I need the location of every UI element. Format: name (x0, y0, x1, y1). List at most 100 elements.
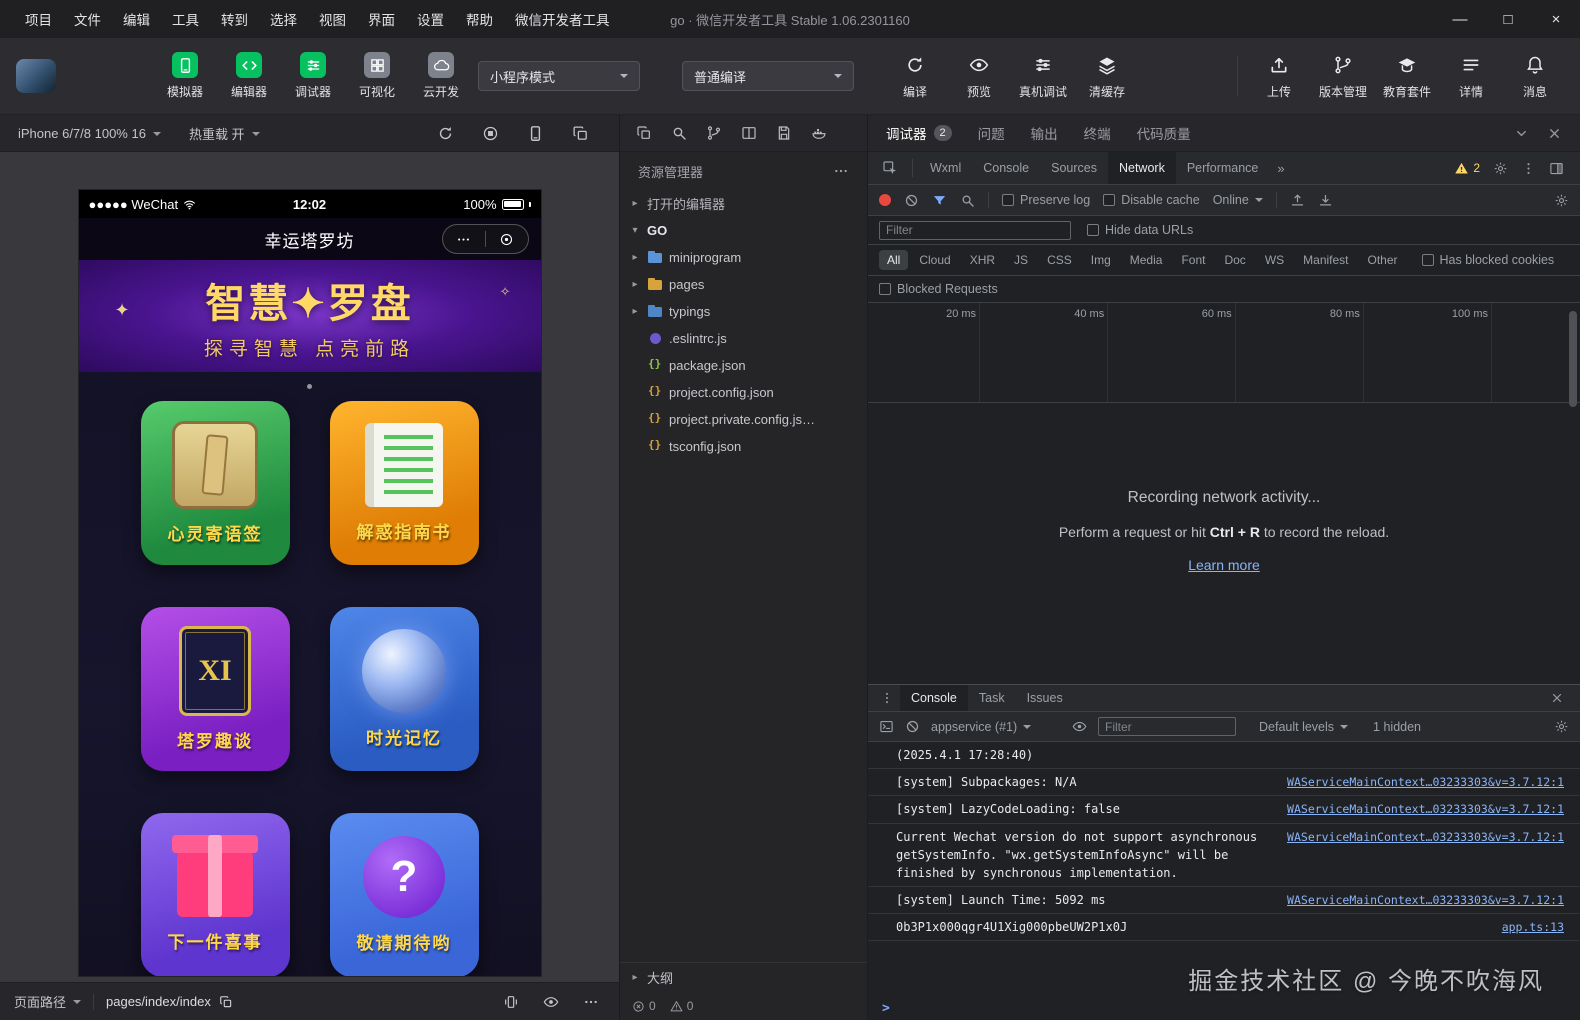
log-source-link[interactable]: WAServiceMainContext…03233303&v=3.7.12:1 (1287, 801, 1564, 818)
split-editor-icon[interactable] (741, 125, 757, 141)
tree-item[interactable]: project.private.config.js… (620, 406, 867, 433)
device-select[interactable]: iPhone 6/7/8 100% 16 (18, 126, 146, 141)
devtools-tab[interactable]: Performance (1176, 152, 1270, 184)
error-count[interactable]: 0 (632, 999, 656, 1013)
menu-item[interactable]: 文件 (63, 5, 112, 33)
console-prompt[interactable] (868, 996, 1580, 1020)
devtools-tab[interactable]: Network (1107, 152, 1176, 184)
network-filter-pill[interactable]: Media (1122, 250, 1171, 270)
hot-reload-toggle[interactable]: 热重载 开 (189, 124, 245, 143)
network-filter-input[interactable] (879, 220, 1071, 240)
disable-cache-checkbox[interactable]: Disable cache (1103, 193, 1200, 207)
log-source-link[interactable]: WAServiceMainContext…03233303&v=3.7.12:1 (1287, 892, 1564, 909)
page-path-select[interactable]: 页面路径 (14, 992, 66, 1011)
menu-item[interactable]: 设置 (406, 5, 455, 33)
live-expression-icon[interactable] (1072, 719, 1087, 734)
console-tab[interactable]: Console (900, 685, 968, 711)
network-filter-pill[interactable]: Other (1360, 250, 1406, 270)
toolbar-button[interactable]: 云开发 (412, 52, 470, 100)
docker-icon[interactable] (811, 125, 827, 141)
toolbar-button[interactable]: 可视化 (348, 52, 406, 100)
network-filter-pill[interactable]: XHR (962, 250, 1003, 270)
network-filter-pill[interactable]: JS (1006, 250, 1036, 270)
tree-item[interactable]: package.json (620, 352, 867, 379)
close-button[interactable]: × (1532, 0, 1580, 38)
filter-funnel-icon[interactable] (932, 193, 947, 208)
search-icon[interactable] (960, 193, 975, 208)
debugger-tab[interactable]: 终端 (1084, 123, 1111, 143)
outline-section[interactable]: ▸ 大纲 (620, 962, 867, 992)
toolbar-button[interactable]: 版本管理 (1314, 52, 1372, 100)
inspect-element-icon[interactable] (882, 160, 898, 176)
tree-item[interactable]: ▸ miniprogram (620, 244, 867, 271)
clear-console-icon[interactable] (905, 719, 920, 734)
log-source-link[interactable]: WAServiceMainContext…03233303&v=3.7.12:1 (1287, 774, 1564, 791)
devtools-tab[interactable]: Sources (1040, 152, 1108, 184)
settings-gear-icon[interactable] (1493, 161, 1508, 176)
files-icon[interactable] (636, 125, 652, 141)
tree-item[interactable]: .eslintrc.js (620, 325, 867, 352)
menu-item[interactable]: 转到 (210, 5, 259, 33)
minimize-button[interactable]: — (1436, 0, 1484, 38)
menu-item[interactable]: 选择 (259, 5, 308, 33)
toolbar-button[interactable]: 真机调试 (1014, 52, 1072, 100)
console-tab[interactable]: Issues (1016, 685, 1074, 711)
network-filter-pill[interactable]: Font (1173, 250, 1213, 270)
toolbar-button[interactable]: 模拟器 (156, 52, 214, 100)
devtools-tab[interactable]: Console (972, 152, 1040, 184)
warnings-indicator[interactable]: 2 (1454, 161, 1480, 176)
git-icon[interactable] (706, 125, 722, 141)
network-filter-pill[interactable]: Cloud (911, 250, 958, 270)
close-drawer-icon[interactable] (1550, 691, 1564, 705)
open-editors-section[interactable]: ▸ 打开的编辑器 (620, 190, 867, 217)
debugger-tab[interactable]: 输出 (1031, 123, 1058, 143)
execution-context-select[interactable]: appservice (#1) (931, 720, 1061, 734)
export-har-icon[interactable] (1318, 193, 1333, 208)
collapse-panel-icon[interactable] (1514, 126, 1529, 141)
copy-icon[interactable] (219, 995, 233, 1009)
menu-item[interactable]: 项目 (14, 5, 63, 33)
miniapp-card[interactable]: 心灵寄语签 (140, 401, 290, 565)
console-tab[interactable]: Task (968, 685, 1016, 711)
close-icon[interactable] (1547, 126, 1562, 141)
network-filter-pill[interactable]: All (879, 250, 909, 270)
has-blocked-cookies-checkbox[interactable]: Has blocked cookies (1421, 253, 1554, 267)
blocked-requests-checkbox[interactable]: Blocked Requests (879, 282, 998, 296)
toolbar-button[interactable]: 教育套件 (1378, 52, 1436, 100)
capsule-menu-button[interactable] (443, 225, 485, 253)
miniapp-card[interactable]: ? 敬请期待哟 (329, 813, 479, 976)
scrollbar-thumb[interactable] (1569, 311, 1577, 407)
mode-select[interactable]: 小程序模式 (478, 61, 640, 91)
miniapp-card[interactable]: 解惑指南书 (329, 401, 479, 565)
menu-item[interactable]: 工具 (161, 5, 210, 33)
multi-window-icon[interactable] (572, 125, 589, 142)
hide-data-urls-checkbox[interactable]: Hide data URLs (1087, 223, 1193, 237)
toolbar-button[interactable]: 编译 (886, 52, 944, 100)
debugger-tab[interactable]: 调试器 2 (886, 123, 952, 143)
dock-side-icon[interactable] (1549, 161, 1564, 176)
menu-item[interactable]: 视图 (308, 5, 357, 33)
devtools-menu-icon[interactable] (1521, 161, 1536, 176)
toolbar-button[interactable]: 详情 (1442, 52, 1500, 100)
project-root-item[interactable]: ▾ GO (620, 217, 867, 244)
tree-item[interactable]: ▸ pages (620, 271, 867, 298)
toolbar-button[interactable]: 上传 (1250, 52, 1308, 100)
network-filter-pill[interactable]: Manifest (1295, 250, 1356, 270)
console-settings-icon[interactable] (1554, 719, 1569, 734)
warning-count[interactable]: 0 (670, 999, 693, 1013)
capsule-home-button[interactable] (486, 225, 528, 253)
miniapp-card[interactable]: 下一件喜事 (140, 813, 290, 976)
network-filter-pill[interactable]: CSS (1039, 250, 1080, 270)
log-source-link[interactable]: WAServiceMainContext…03233303&v=3.7.12:1 (1287, 829, 1564, 846)
toolbar-button[interactable]: 消息 (1506, 52, 1564, 100)
clear-icon[interactable] (904, 193, 919, 208)
tree-item[interactable]: ▸ typings (620, 298, 867, 325)
toolbar-button[interactable]: 调试器 (284, 52, 342, 100)
network-filter-pill[interactable]: Doc (1216, 250, 1253, 270)
refresh-icon[interactable] (437, 125, 454, 142)
vibrate-icon[interactable] (503, 994, 519, 1010)
menu-item[interactable]: 帮助 (455, 5, 504, 33)
import-har-icon[interactable] (1290, 193, 1305, 208)
miniapp-card[interactable]: XI 塔罗趣谈 (140, 607, 290, 771)
more-icon[interactable] (833, 163, 849, 179)
